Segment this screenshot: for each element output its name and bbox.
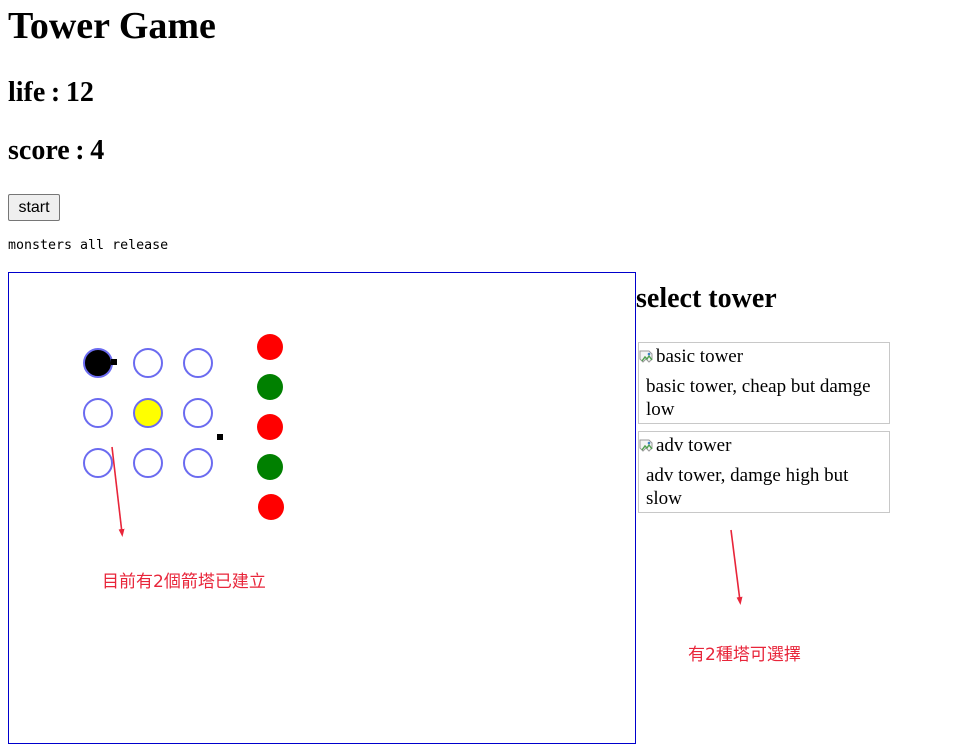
annotation-arrows [111, 446, 743, 605]
annotation-board-note: 目前有2個箭塔已建立 [102, 572, 266, 592]
annotation-arrow-select [730, 529, 743, 605]
annotation-select-note: 有2種塔可選擇 [688, 645, 801, 665]
annotation-arrow-board [111, 446, 125, 537]
